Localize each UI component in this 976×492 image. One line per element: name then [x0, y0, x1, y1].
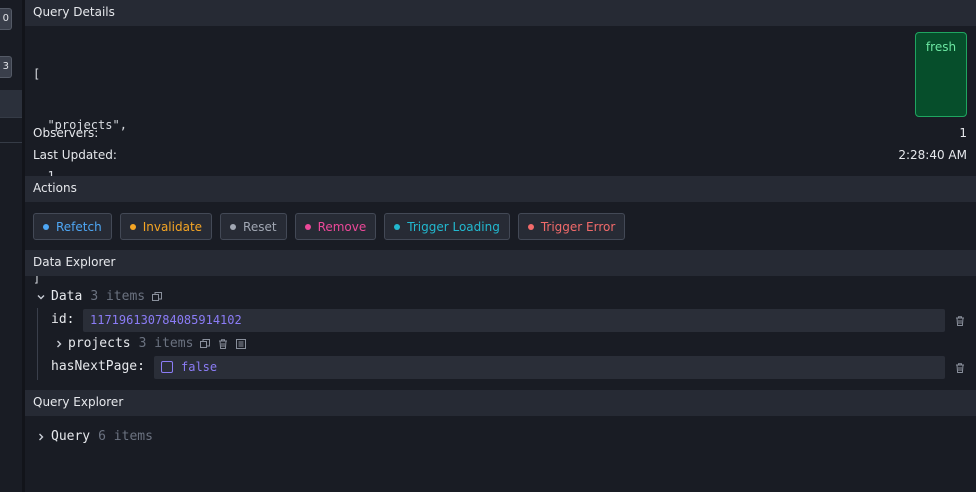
trigger-loading-dot-icon [394, 223, 401, 230]
observers-label: Observers: [33, 126, 99, 140]
projects-row: projects 3 items [53, 336, 247, 351]
trigger-loading-button[interactable]: Trigger Loading [384, 213, 510, 240]
query-key-line: [ [33, 67, 41, 81]
reset-button[interactable]: Reset [220, 213, 287, 240]
copy-icon[interactable] [151, 291, 163, 303]
query-details-header: Query Details [25, 0, 976, 26]
status-badge: fresh [915, 32, 967, 117]
last-updated-label: Last Updated: [33, 148, 117, 162]
invalidate-dot-icon [129, 223, 136, 230]
tree-guide-line [37, 308, 38, 380]
chevron-right-icon[interactable] [53, 338, 65, 350]
actions-toolbar: Refetch Invalidate Reset Remove Trigger … [33, 213, 626, 240]
refetch-dot-icon [43, 223, 49, 230]
trash-icon[interactable] [217, 338, 229, 350]
trigger-error-label: Trigger Error [540, 219, 616, 234]
observers-row: Observers: 1 [33, 126, 967, 144]
query-details-panel: Query Details [ "projects", 1, "" ] fres… [25, 0, 976, 492]
last-updated-row: Last Updated: 2:28:40 AM [33, 148, 967, 166]
query-list-item-selected[interactable] [0, 90, 22, 118]
query-root-label: Query [51, 429, 91, 444]
projects-key: projects [68, 336, 131, 351]
data-root-count: 3 items [90, 289, 146, 304]
id-value-field[interactable]: 117196130784085914102 [83, 309, 945, 332]
query-list-divider [0, 142, 22, 143]
copy-icon[interactable] [199, 338, 211, 350]
query-count-badge[interactable]: 0 [0, 8, 12, 30]
has-next-page-field[interactable]: false [154, 356, 945, 379]
reset-dot-icon [230, 223, 237, 230]
chevron-right-icon[interactable] [35, 431, 47, 443]
projects-count: 3 items [138, 336, 194, 351]
refetch-button[interactable]: Refetch [33, 213, 112, 240]
trash-icon[interactable] [954, 315, 966, 327]
reset-label: Reset [243, 219, 277, 234]
invalidate-button[interactable]: Invalidate [119, 213, 213, 240]
has-next-page-value: false [181, 360, 218, 374]
query-root-row: Query 6 items [35, 429, 153, 444]
trigger-error-dot-icon [527, 223, 534, 230]
trigger-loading-label: Trigger Loading [407, 219, 500, 234]
data-root-label: Data [51, 289, 83, 304]
id-key: id: [51, 312, 75, 327]
data-explorer-header: Data Explorer [25, 250, 976, 276]
invalidate-label: Invalidate [142, 219, 203, 234]
actions-header: Actions [25, 176, 976, 202]
observers-value: 1 [959, 126, 967, 140]
remove-button[interactable]: Remove [294, 213, 377, 240]
chevron-down-icon[interactable] [35, 291, 47, 303]
remove-dot-icon [304, 223, 311, 230]
has-next-page-key: hasNextPage: [51, 359, 145, 374]
query-root-count: 6 items [98, 429, 153, 444]
query-count-badge[interactable]: 3 [0, 56, 12, 78]
trash-icon[interactable] [954, 362, 966, 374]
trigger-error-button[interactable]: Trigger Error [517, 213, 626, 240]
refetch-label: Refetch [56, 219, 102, 234]
list-icon[interactable] [235, 338, 247, 350]
data-root-row: Data 3 items [35, 289, 163, 304]
last-updated-value: 2:28:40 AM [898, 148, 967, 162]
query-explorer-header: Query Explorer [25, 390, 976, 416]
has-next-page-checkbox[interactable] [161, 361, 173, 373]
remove-label: Remove [317, 219, 367, 234]
query-list-strip: 0 3 [0, 0, 22, 492]
